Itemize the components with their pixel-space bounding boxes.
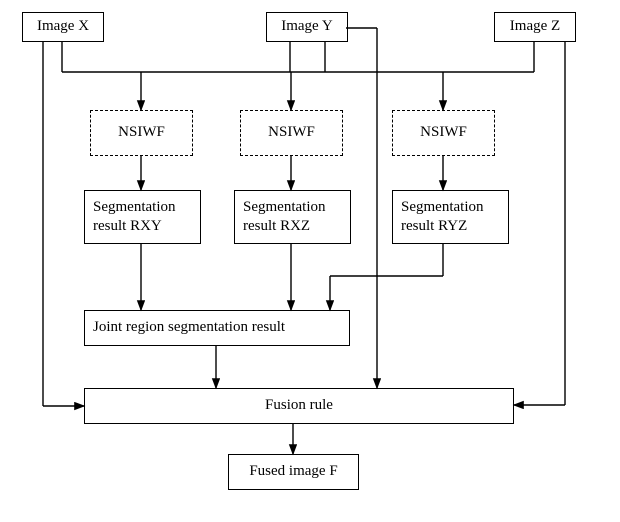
nsiwf-label-3: NSIWF (420, 123, 467, 143)
nsiwf-box-2: NSIWF (240, 110, 343, 156)
nsiwf-box-1: NSIWF (90, 110, 193, 156)
seg-result-rxz: Segmentation result RXZ (234, 190, 351, 244)
seg-result-ryz-label: Segmentation result RYZ (401, 198, 500, 237)
nsiwf-label-2: NSIWF (268, 123, 315, 143)
nsiwf-label-1: NSIWF (118, 123, 165, 143)
seg-result-rxy: Segmentation result RXY (84, 190, 201, 244)
input-image-x: Image X (22, 12, 104, 42)
nsiwf-box-3: NSIWF (392, 110, 495, 156)
joint-region-box: Joint region segmentation result (84, 310, 350, 346)
input-image-y-label: Image Y (281, 17, 333, 37)
seg-result-rxy-label: Segmentation result RXY (93, 198, 192, 237)
input-image-y: Image Y (266, 12, 348, 42)
fused-image-label: Fused image F (249, 462, 337, 482)
seg-result-rxz-label: Segmentation result RXZ (243, 198, 342, 237)
fusion-rule-box: Fusion rule (84, 388, 514, 424)
fused-image-box: Fused image F (228, 454, 359, 490)
input-image-x-label: Image X (37, 17, 89, 37)
seg-result-ryz: Segmentation result RYZ (392, 190, 509, 244)
input-image-z-label: Image Z (510, 17, 560, 37)
input-image-z: Image Z (494, 12, 576, 42)
joint-region-label: Joint region segmentation result (93, 318, 285, 338)
fusion-rule-label: Fusion rule (265, 396, 333, 416)
connector-lines (0, 0, 620, 522)
